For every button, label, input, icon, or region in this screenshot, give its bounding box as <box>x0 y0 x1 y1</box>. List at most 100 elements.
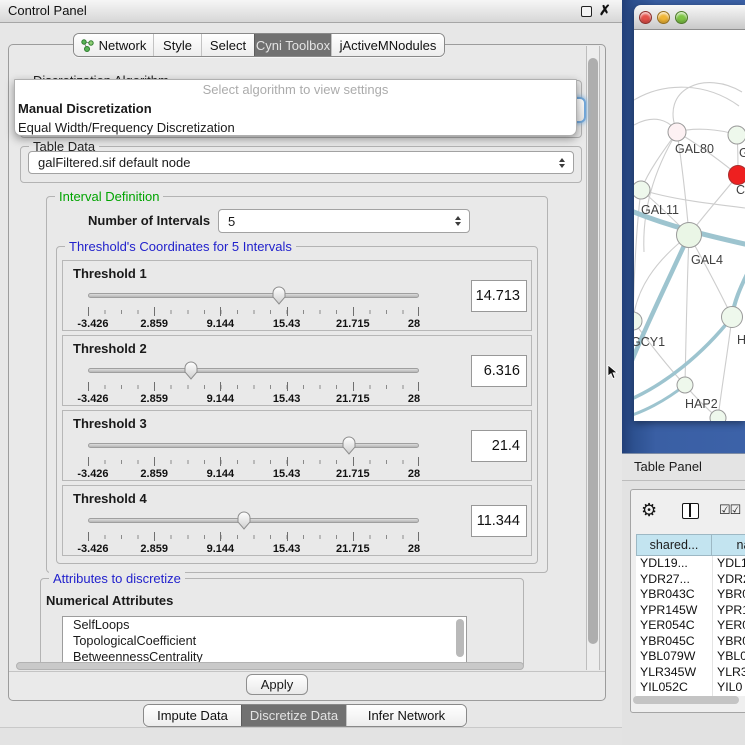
threshold-2-label: Threshold 2 <box>73 341 147 356</box>
number-of-intervals-label: Number of Intervals <box>88 213 210 228</box>
threshold-1-panel: Threshold 1 -3.426 2.859 9.144 15.43 21.… <box>62 260 532 331</box>
list-scrollbar[interactable] <box>456 619 464 657</box>
network-canvas[interactable]: GAL80 GA GAL11 C GAL4 GCY1 H HAP2 <box>634 30 745 421</box>
option-manual-discretization[interactable]: Manual Discretization <box>15 99 576 118</box>
tab-network-label: Network <box>99 38 147 53</box>
list-item-topologicalcoefficient[interactable]: TopologicalCoefficient <box>63 633 466 649</box>
table-row[interactable]: YLR345WYLR3 <box>636 665 745 681</box>
table-horizontal-scrollbar[interactable] <box>633 696 739 704</box>
horizontal-scrollbar[interactable] <box>16 662 524 670</box>
network-node-gal80[interactable] <box>668 123 686 141</box>
table-row[interactable]: YBR043CYBR0 <box>636 587 745 603</box>
network-node-selected-red[interactable] <box>729 166 745 185</box>
column-header-name[interactable]: na <box>712 534 745 556</box>
combo-arrows-icon <box>554 158 570 168</box>
network-graph[interactable]: GAL80 GA GAL11 C GAL4 GCY1 H HAP2 <box>634 30 745 421</box>
slider-track[interactable] <box>88 518 419 523</box>
node-label: GCY1 <box>634 335 665 349</box>
threshold-3-panel: Threshold 3 -3.426 2.859 9.144 15.43 21.… <box>62 410 532 481</box>
table-row[interactable]: YPR145WYPR1 <box>636 603 745 619</box>
group-title-thresholds: Threshold's Coordinates for 5 Intervals <box>65 239 296 254</box>
numerical-attributes-label: Numerical Attributes <box>46 593 173 608</box>
table-data-combobox[interactable]: galFiltered.sif default node <box>28 151 574 174</box>
network-icon <box>81 39 94 52</box>
tab-style[interactable]: Style <box>153 34 201 56</box>
table-row[interactable]: YIL052CYIL0 <box>636 680 745 696</box>
combo-arrows-icon <box>450 216 466 226</box>
network-node[interactable] <box>728 126 745 144</box>
slider-track[interactable] <box>88 293 419 298</box>
tab-select[interactable]: Select <box>201 34 254 56</box>
slider-thumb[interactable] <box>342 436 357 455</box>
threshold-1-slider[interactable]: -3.426 2.859 9.144 15.43 21.715 28 <box>88 285 419 331</box>
tab-cyni-toolbox[interactable]: Cyni Toolbox <box>254 34 331 56</box>
network-view-window: GAL80 GA GAL11 C GAL4 GCY1 H HAP2 <box>634 5 745 421</box>
table-panel-titlebar: Table Panel <box>622 453 745 481</box>
threshold-4-value-field[interactable] <box>471 505 527 537</box>
slider-track[interactable] <box>88 443 419 448</box>
network-node[interactable] <box>722 307 743 328</box>
control-panel-titlebar: Control Panel ✗ <box>0 0 622 23</box>
slider-ticks <box>88 532 419 541</box>
slider-thumb[interactable] <box>236 511 251 530</box>
network-window-titlebar[interactable] <box>634 5 745 30</box>
threshold-1-value-field[interactable] <box>471 280 527 312</box>
gear-icon[interactable]: ⚙ <box>641 500 657 521</box>
node-label: GAL11 <box>641 203 679 217</box>
threshold-2-value-field[interactable] <box>471 355 527 387</box>
slider-ticks <box>88 457 419 466</box>
vertical-scrollbar-thumb[interactable] <box>588 58 598 644</box>
checkbox-columns-icon[interactable]: ☑☑ <box>719 502 740 518</box>
column-header-shared-name[interactable]: shared... <box>636 534 712 556</box>
minimize-window-button[interactable] <box>657 11 670 24</box>
control-panel-tabs: Network Style Select Cyni Toolbox jActiv… <box>73 33 445 57</box>
slider-ticks <box>88 307 419 316</box>
threshold-2-panel: Threshold 2 -3.426 2.859 9.144 15.43 21.… <box>62 335 532 406</box>
threshold-3-label: Threshold 3 <box>73 416 147 431</box>
numerical-attributes-list: SelfLoops TopologicalCoefficient Between… <box>62 616 467 666</box>
algorithm-placeholder: Select algorithm to view settings <box>15 80 576 99</box>
threshold-2-slider[interactable]: -3.426 2.859 9.144 15.43 21.715 28 <box>88 360 419 406</box>
table-panel-title: Table Panel <box>634 459 702 474</box>
zoom-window-button[interactable] <box>675 11 688 24</box>
network-node-gcy1[interactable] <box>634 312 642 330</box>
apply-button[interactable]: Apply <box>246 674 308 695</box>
node-label: C <box>736 183 745 197</box>
screenshot-root: Control Panel ✗ Network Style Select Cyn… <box>0 0 745 745</box>
network-node-gal11[interactable] <box>634 181 650 199</box>
number-of-intervals-value: 5 <box>219 214 450 229</box>
float-panel-icon[interactable] <box>581 6 592 17</box>
table-row[interactable]: YDR27...YDR2 <box>636 572 745 588</box>
table-row[interactable]: YER054CYER0 <box>636 618 745 634</box>
tab-impute-data[interactable]: Impute Data <box>144 705 241 726</box>
table-header-row: shared... na <box>636 534 745 556</box>
node-label: HAP2 <box>685 397 718 411</box>
tab-network[interactable]: Network <box>74 34 153 56</box>
close-panel-icon[interactable]: ✗ <box>599 2 611 19</box>
threshold-3-slider[interactable]: -3.426 2.859 9.144 15.43 21.715 28 <box>88 435 419 481</box>
group-title-interval: Interval Definition <box>55 189 163 204</box>
threshold-3-value-field[interactable] <box>471 430 527 462</box>
slider-thumb[interactable] <box>183 361 198 380</box>
node-table-container: ⚙ ☑☑ shared... na YDL19...YDL1 YDR27...Y… <box>630 489 745 713</box>
split-columns-icon[interactable] <box>682 503 699 519</box>
threshold-4-panel: Threshold 4 -3.426 2.859 9.144 15.43 21.… <box>62 485 532 556</box>
slider-track[interactable] <box>88 368 419 373</box>
table-row[interactable]: YBL079WYBL0 <box>636 649 745 665</box>
list-item-selfloops[interactable]: SelfLoops <box>63 617 466 633</box>
slider-thumb[interactable] <box>271 286 286 305</box>
cyni-bottom-tabs: Impute Data Discretize Data Infer Networ… <box>143 704 467 727</box>
threshold-4-slider[interactable]: -3.426 2.859 9.144 15.43 21.715 28 <box>88 510 419 556</box>
network-node-hap2[interactable] <box>677 377 693 393</box>
table-row[interactable]: YBR045CYBR0 <box>636 634 745 650</box>
tab-jactivemnodules[interactable]: jActiveMNodules <box>331 34 444 56</box>
node-label: GAL4 <box>691 253 723 267</box>
tab-infer-network[interactable]: Infer Network <box>346 705 466 726</box>
option-equal-width-frequency[interactable]: Equal Width/Frequency Discretization <box>15 118 576 137</box>
number-of-intervals-combobox[interactable]: 5 <box>218 209 470 233</box>
close-window-button[interactable] <box>639 11 652 24</box>
network-node[interactable] <box>710 410 726 421</box>
tab-discretize-data[interactable]: Discretize Data <box>241 705 346 726</box>
network-node-gal4[interactable] <box>677 223 702 248</box>
table-row[interactable]: YDL19...YDL1 <box>636 556 745 572</box>
